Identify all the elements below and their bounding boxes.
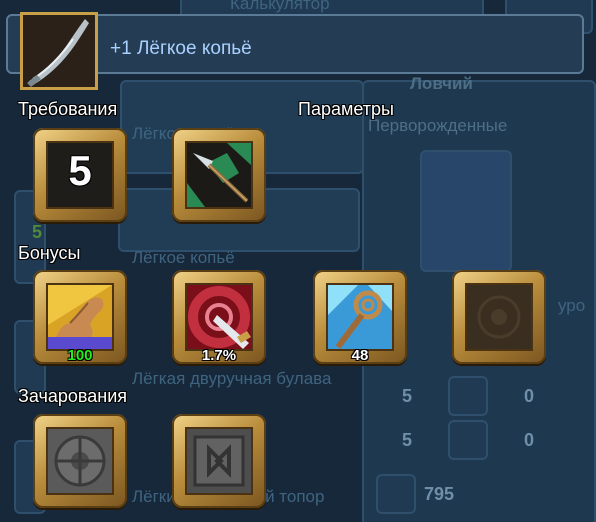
strength-bonus-slot[interactable]: 100 (33, 270, 127, 364)
bg-class-name: Ловчий (410, 74, 473, 93)
spear-weapon-icon (187, 143, 251, 207)
bg-character-portrait (420, 150, 512, 272)
level-requirement-slot[interactable]: 5 (33, 128, 127, 222)
empty-slot-icon (467, 285, 531, 349)
enchantments-label: Зачарования (18, 386, 128, 406)
strength-arm-icon (48, 285, 112, 349)
magic-bonus-slot[interactable]: 48 (313, 270, 407, 364)
magic-staff-icon (328, 285, 392, 349)
empty-bonus-slot[interactable] (452, 270, 546, 364)
item-icon-frame (20, 12, 98, 90)
crit-bonus-value: 1.7% (201, 347, 237, 364)
strength-bonus-value: 100 (67, 347, 93, 364)
bg-stat-right: 0 (524, 430, 535, 450)
bg-stat-right: 0 (524, 386, 535, 406)
bg-partial-label: уро (558, 296, 586, 315)
parameters-label: Параметры (298, 99, 394, 119)
bg-stat-left: 5 (402, 430, 413, 450)
item-title: +1 Лёгкое копьё (110, 38, 252, 59)
bg-top-title: Калькулятор (230, 0, 330, 13)
magic-bonus-value: 48 (351, 347, 369, 364)
bg-stat-icon (448, 376, 488, 416)
bg-list-item: Лёгкое копьё (132, 248, 235, 267)
level-requirement-value: 5 (68, 147, 92, 194)
weapon-type-slot[interactable] (172, 128, 266, 222)
bg-stat-left: 5 (402, 386, 413, 406)
requirements-label: Требования (18, 99, 118, 119)
bg-level-marker: 5 (32, 222, 43, 242)
spear-icon (23, 15, 95, 87)
crit-blade-icon (187, 285, 251, 349)
bg-list-item: Лёгкая двуручная булава (132, 369, 332, 388)
bonuses-label: Бонусы (18, 243, 81, 263)
bg-health-value: 795 (424, 484, 455, 504)
stone-rune-angular-icon (187, 429, 251, 493)
enchantment-slot-1[interactable] (33, 414, 127, 508)
health-icon (376, 474, 416, 514)
enchantment-slot-2[interactable] (172, 414, 266, 508)
bg-stat-icon (448, 420, 488, 460)
stone-rune-round-icon (48, 429, 112, 493)
crit-bonus-slot[interactable]: 1.7% (172, 270, 266, 364)
